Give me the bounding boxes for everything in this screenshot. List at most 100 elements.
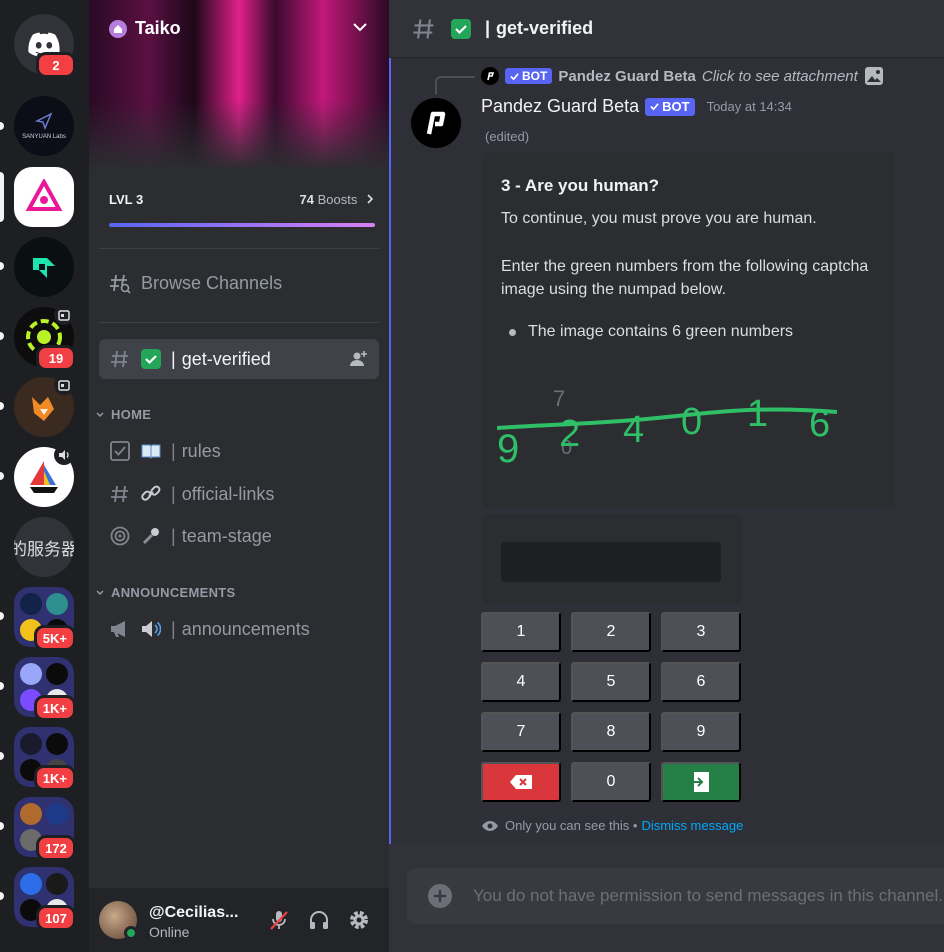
hashtag-icon: [111, 350, 128, 368]
mute-microphone-icon[interactable]: [267, 908, 291, 932]
checkmark-icon: [650, 103, 659, 111]
channel-header: | get-verified: [389, 0, 944, 58]
channel-official-links[interactable]: | official-links: [99, 474, 379, 514]
unread-pill: [0, 262, 4, 270]
server-ring[interactable]: 19: [14, 305, 76, 371]
stage-icon: [110, 526, 130, 546]
server-teal[interactable]: [14, 237, 74, 297]
hashtag-icon: [111, 485, 128, 503]
server-taiko[interactable]: [14, 167, 74, 227]
username[interactable]: @Cecilias...: [149, 904, 238, 922]
add-attachment-icon[interactable]: [427, 883, 453, 909]
link-emoji-icon: [141, 484, 161, 504]
rules-checkbox-icon: [110, 441, 130, 461]
message-composer[interactable]: You do not have permission to send messa…: [407, 868, 944, 924]
book-emoji-icon: [141, 441, 161, 461]
ephemeral-text: Only you can see this •: [505, 818, 638, 833]
community-icon: [109, 19, 127, 38]
checkmark-icon: [510, 72, 519, 80]
numpad-4-button[interactable]: 4: [481, 662, 561, 702]
bot-tag: BOT: [505, 68, 553, 84]
speaker-icon: [54, 445, 74, 465]
event-icon: [54, 305, 74, 325]
browse-channels-label: Browse Channels: [141, 272, 283, 293]
captcha-embed: 3 - Are you human? To continue, you must…: [483, 152, 895, 508]
channel-announcements[interactable]: | announcements: [99, 609, 379, 649]
timestamp: Today at 14:34: [706, 99, 792, 114]
enter-door-icon: [692, 772, 709, 792]
numpad-6-button[interactable]: 6: [661, 662, 741, 702]
gear-icon[interactable]: [347, 908, 371, 932]
numpad-9-button[interactable]: 9: [661, 712, 741, 752]
message-header: Pandez Guard Beta BOT Today at 14:34: [481, 96, 792, 117]
teal-logo-icon: [33, 258, 55, 278]
channel-name: team-stage: [181, 525, 272, 546]
server-unread-badge: 19: [36, 345, 76, 371]
image-icon: [864, 67, 883, 85]
channel-rules[interactable]: | rules: [99, 431, 379, 471]
server-folder-4[interactable]: 172: [14, 797, 76, 861]
user-status: Online: [149, 924, 190, 940]
server-label: SANYUAN Labs: [22, 134, 66, 140]
direct-messages-button[interactable]: 2: [14, 14, 76, 78]
chevron-down-icon[interactable]: [351, 18, 369, 36]
chevron-down-icon: [96, 589, 104, 595]
headphones-icon[interactable]: [307, 908, 331, 932]
numpad-3-button[interactable]: 3: [661, 612, 741, 652]
unread-pill: [0, 122, 4, 130]
server-folder-2[interactable]: 1K+: [14, 657, 76, 721]
unread-pill: [0, 332, 4, 340]
channel-get-verified[interactable]: | get-verified: [99, 339, 379, 379]
browse-channels[interactable]: Browse Channels: [109, 272, 282, 294]
server-chinese[interactable]: 的服务器: [14, 517, 74, 577]
megaphone-icon: [111, 621, 125, 637]
server-folder-5[interactable]: 107: [14, 867, 76, 931]
author-name[interactable]: Pandez Guard Beta: [481, 96, 639, 117]
channel-name: rules: [181, 440, 221, 461]
unread-pill: [0, 892, 4, 900]
submit-button[interactable]: [661, 762, 741, 802]
server-sanyuan[interactable]: SANYUAN Labs: [14, 96, 74, 156]
dismiss-message-link[interactable]: Dismiss message: [641, 818, 743, 833]
edited-label: (edited): [485, 129, 530, 144]
svg-text:9: 9: [497, 427, 519, 471]
channel-name: official-links: [181, 483, 275, 504]
reply-preview[interactable]: BOT Pandez Guard Beta Click to see attac…: [481, 66, 884, 86]
dm-unread-badge: 2: [36, 52, 76, 78]
embed-bullet: The image contains 6 green numbers: [509, 323, 793, 341]
numpad-2-button[interactable]: 2: [571, 612, 651, 652]
chat-main: | get-verified BOT Pandez Guard Beta Cli…: [389, 0, 944, 952]
numpad-7-button[interactable]: 7: [481, 712, 561, 752]
numpad-1-button[interactable]: 1: [481, 612, 561, 652]
server-label: 的服务器: [14, 539, 74, 559]
server-folder-1[interactable]: 5K+: [14, 587, 76, 651]
boost-bar: [109, 223, 375, 227]
app-root: 2 SANYUAN Labs 19 的服务器 5K+ 1K+ 1K+ 172 1…: [0, 0, 944, 952]
category-announcements[interactable]: ANNOUNCEMENTS: [95, 585, 236, 600]
active-pill: [0, 172, 4, 222]
server-rail: 2 SANYUAN Labs 19 的服务器 5K+ 1K+ 1K+ 172 1…: [0, 0, 89, 952]
chevron-right-icon: [367, 194, 374, 204]
invite-member-icon[interactable]: [349, 349, 369, 369]
divider: [99, 248, 379, 249]
numpad-0-button[interactable]: 0: [571, 762, 651, 802]
server-fox[interactable]: [14, 375, 74, 437]
folder-unread-badge: 172: [36, 835, 76, 861]
server-header[interactable]: Taiko: [109, 18, 181, 39]
server-folder-3[interactable]: 1K+: [14, 727, 76, 791]
bot-avatar[interactable]: [411, 98, 461, 148]
numpad-5-button[interactable]: 5: [571, 662, 651, 702]
unread-pill: [0, 822, 4, 830]
speaker-emoji-icon: [141, 619, 161, 639]
server-sailboat[interactable]: [14, 445, 74, 507]
numpad-8-button[interactable]: 8: [571, 712, 651, 752]
message-area: BOT Pandez Guard Beta Click to see attac…: [389, 58, 944, 844]
category-home[interactable]: HOME: [95, 407, 151, 422]
sanyuan-logo-icon: [35, 112, 53, 130]
boost-progress[interactable]: LVL 3 74 Boosts: [109, 192, 375, 227]
channel-team-stage[interactable]: | team-stage: [99, 516, 379, 556]
backspace-icon: [510, 775, 532, 789]
user-panel: @Cecilias... Online: [89, 888, 389, 952]
eye-icon: [482, 820, 498, 831]
backspace-button[interactable]: [481, 762, 561, 802]
